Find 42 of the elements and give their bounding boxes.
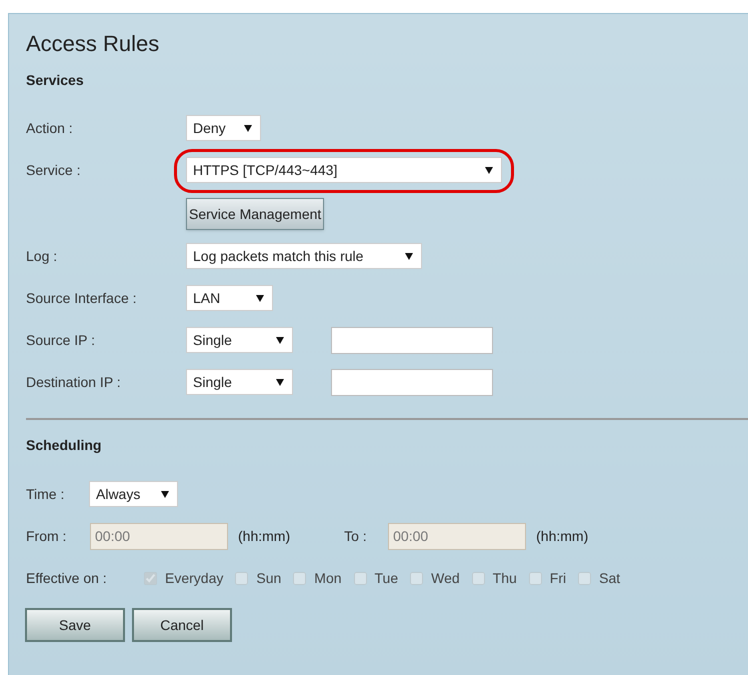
section-heading: Scheduling: [26, 436, 102, 455]
page-title: Access Rules: [26, 30, 160, 58]
unit-label: (hh:mm): [536, 526, 588, 546]
checkbox-label: Tue: [374, 568, 398, 588]
field-label: Log :: [26, 246, 58, 266]
unit-label: (hh:mm): [238, 526, 290, 546]
checkbox-label: Wed: [431, 568, 460, 588]
field-label: Effective on :: [26, 568, 108, 588]
caret-icon: [276, 378, 284, 386]
checkbox-label: Sat: [599, 568, 620, 588]
caret-icon: [405, 252, 413, 260]
form-button[interactable]: Save: [25, 608, 125, 642]
dropdown[interactable]: Log packets match this rule: [186, 243, 422, 269]
form-button[interactable]: Cancel: [132, 608, 232, 642]
field-label: To :: [344, 526, 368, 546]
field-label: Service :: [26, 160, 82, 180]
dropdown[interactable]: HTTPS [TCP/443~443]: [186, 157, 502, 183]
checkbox-label: Everyday: [165, 568, 224, 588]
field-label: Action :: [26, 118, 74, 138]
field-label: Source IP :: [26, 330, 96, 350]
dropdown[interactable]: Single: [186, 369, 293, 395]
dropdown[interactable]: Deny: [186, 115, 261, 141]
input-field[interactable]: [331, 326, 493, 354]
field-label: Time :: [26, 484, 66, 504]
dropdown[interactable]: Always: [89, 481, 178, 507]
field-label: Source Interface :: [26, 288, 138, 308]
caret-icon: [276, 336, 284, 344]
field-label: Destination IP :: [26, 372, 122, 392]
dropdown[interactable]: Single: [186, 327, 293, 353]
input-field[interactable]: [331, 368, 493, 396]
caret-icon: [161, 490, 169, 498]
checkbox-label: Thu: [492, 568, 517, 588]
field-label: From :: [26, 526, 68, 546]
checkbox-label: Mon: [314, 568, 342, 588]
service-management-button[interactable]: Service Management: [186, 198, 324, 230]
caret-icon: [485, 166, 493, 174]
section-heading: Services: [26, 71, 85, 90]
checkbox-label: Fri: [550, 568, 566, 588]
dropdown[interactable]: LAN: [186, 285, 273, 311]
caret-icon: [244, 124, 252, 132]
checkbox-label: Sun: [256, 568, 282, 588]
caret-icon: [256, 294, 264, 302]
